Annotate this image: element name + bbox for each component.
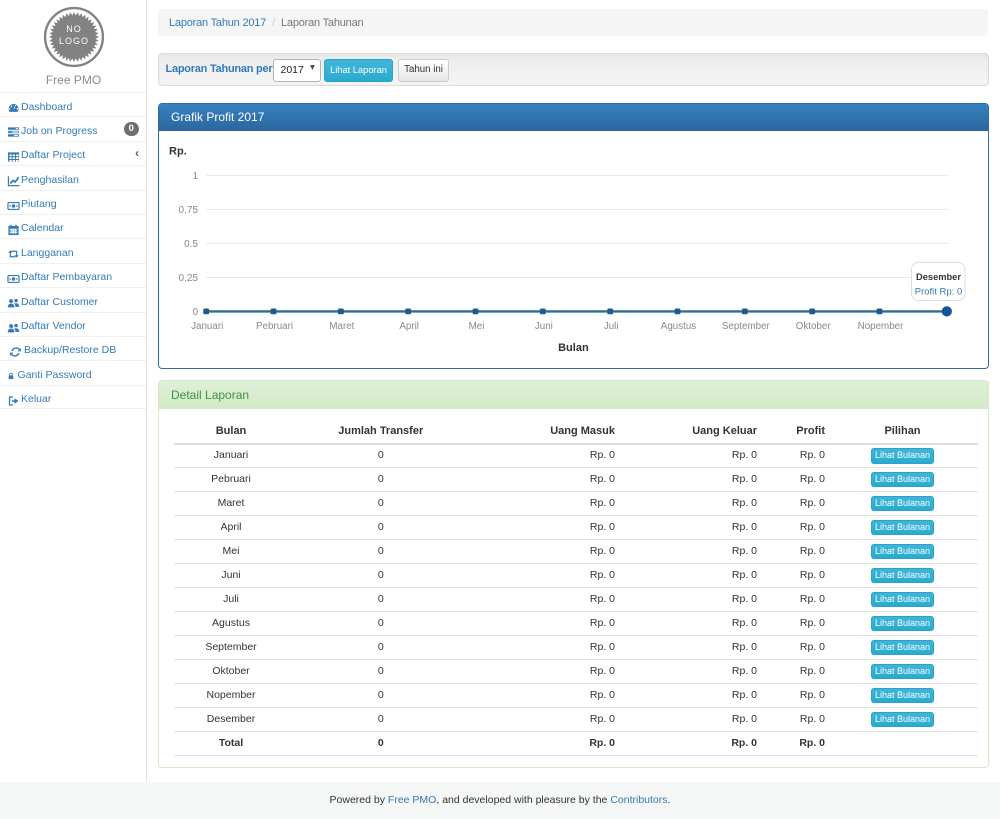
svg-text:0.25: 0.25 — [179, 273, 199, 284]
svg-text:Juni: Juni — [535, 321, 553, 332]
svg-text:0.5: 0.5 — [184, 239, 198, 250]
svg-text:April: April — [399, 321, 419, 332]
svg-text:Agustus: Agustus — [661, 321, 697, 332]
svg-text:LOGO: LOGO — [58, 36, 88, 46]
svg-text:September: September — [722, 321, 771, 332]
svg-text:Juli: Juli — [604, 321, 619, 332]
svg-text:NO: NO — [66, 24, 82, 34]
svg-text:Januari: Januari — [191, 321, 223, 332]
svg-text:Pebruari: Pebruari — [256, 321, 293, 332]
svg-text:Mei: Mei — [469, 321, 485, 332]
svg-text:Maret: Maret — [329, 321, 354, 332]
svg-text:Oktober: Oktober — [796, 321, 832, 332]
svg-text:Desember: Desember — [916, 272, 961, 282]
svg-text:Nopember: Nopember — [858, 321, 904, 332]
svg-text:0: 0 — [192, 307, 198, 318]
svg-text:Bulan: Bulan — [558, 342, 589, 354]
svg-text:Rp.: Rp. — [169, 146, 187, 158]
svg-text:Profit Rp: 0: Profit Rp: 0 — [915, 287, 963, 298]
svg-text:0.75: 0.75 — [179, 205, 199, 216]
svg-text:1: 1 — [192, 171, 198, 182]
